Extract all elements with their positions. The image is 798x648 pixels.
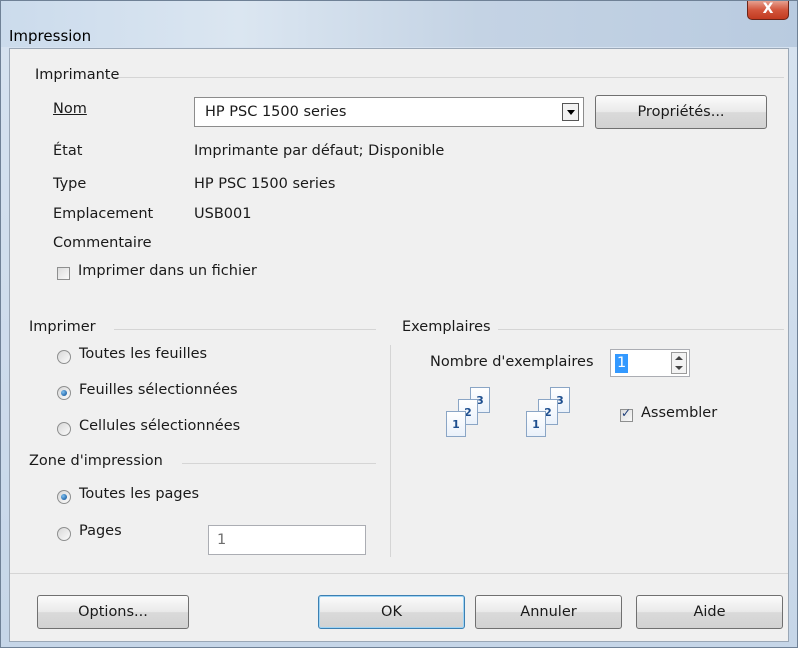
copies-group-line [498,329,784,330]
spin-down-icon[interactable] [675,366,683,370]
copies-count-value[interactable]: 1 [615,354,629,373]
collate-icon-b: 3 2 1 [526,387,582,439]
group-separator [390,345,391,557]
close-button[interactable]: X [747,1,789,20]
print-to-file-checkbox[interactable] [57,267,70,280]
printer-status-value: Imprimante par défaut; Disponible [194,143,445,159]
radio-selected-sheets[interactable] [57,386,71,400]
copies-count-spinner[interactable]: 1 [610,349,690,377]
sheet-1-icon: 1 [446,411,466,437]
printer-comment-label: Commentaire [53,235,152,251]
printer-name-combo[interactable]: HP PSC 1500 series [194,97,584,127]
printer-location-value: USB001 [194,206,252,222]
options-button[interactable]: Options... [37,595,189,629]
cancel-button-label: Annuler [520,604,577,620]
printer-group-label: Imprimante [35,67,120,83]
printer-name-label: Nom [53,101,87,117]
print-group-line [114,329,376,330]
zone-group-label: Zone d'impression [29,453,163,469]
printer-type-value: HP PSC 1500 series [194,176,336,192]
print-dialog: Impression X Imprimante Nom HP PSC 1500 … [0,0,798,648]
collate-label[interactable]: Assembler [641,405,717,421]
printer-group-line [114,77,784,78]
help-button[interactable]: Aide [636,595,783,629]
properties-button-label: Propriétés... [637,104,725,120]
bottom-separator [10,573,788,574]
radio-all-sheets-label[interactable]: Toutes les feuilles [79,346,207,362]
printer-type-label: Type [53,176,87,192]
collate-checkbox[interactable] [620,406,633,422]
print-to-file-label[interactable]: Imprimer dans un fichier [78,263,257,279]
zone-group-line [182,463,376,464]
radio-all-sheets[interactable] [57,350,71,364]
ok-button-label: OK [381,604,402,620]
printer-status-label: État [53,143,83,159]
radio-pages-label[interactable]: Pages [79,523,122,539]
copies-group-label: Exemplaires [402,319,491,335]
radio-selected-cells[interactable] [57,422,71,436]
help-button-label: Aide [693,604,726,620]
properties-button[interactable]: Propriétés... [595,95,767,129]
printer-location-label: Emplacement [53,206,154,222]
radio-selected-sheets-label[interactable]: Feuilles sélectionnées [79,382,238,398]
dialog-body: Imprimante Nom HP PSC 1500 series Propri… [9,48,789,642]
print-group-label: Imprimer [29,319,96,335]
printer-name-label-text: Nom [53,101,87,117]
radio-all-pages-label[interactable]: Toutes les pages [79,486,199,502]
options-button-label: Options... [78,604,148,620]
cancel-button[interactable]: Annuler [475,595,622,629]
radio-pages[interactable] [57,527,71,541]
title-bar[interactable]: Impression X [1,1,797,47]
spinner-arrows-icon[interactable] [671,352,687,374]
sheet-1-icon: 1 [526,411,546,437]
chevron-down-icon[interactable] [562,103,579,121]
radio-all-pages[interactable] [57,490,71,504]
copies-count-label: Nombre d'exemplaires [430,354,594,370]
ok-button[interactable]: OK [318,595,465,629]
window-title: Impression [9,27,92,45]
spin-up-icon[interactable] [675,356,683,360]
radio-selected-cells-label[interactable]: Cellules sélectionnées [79,418,240,434]
pages-input[interactable]: 1 [208,525,366,555]
collate-icon-a: 3 2 1 [446,387,502,439]
printer-name-value: HP PSC 1500 series [205,104,347,120]
